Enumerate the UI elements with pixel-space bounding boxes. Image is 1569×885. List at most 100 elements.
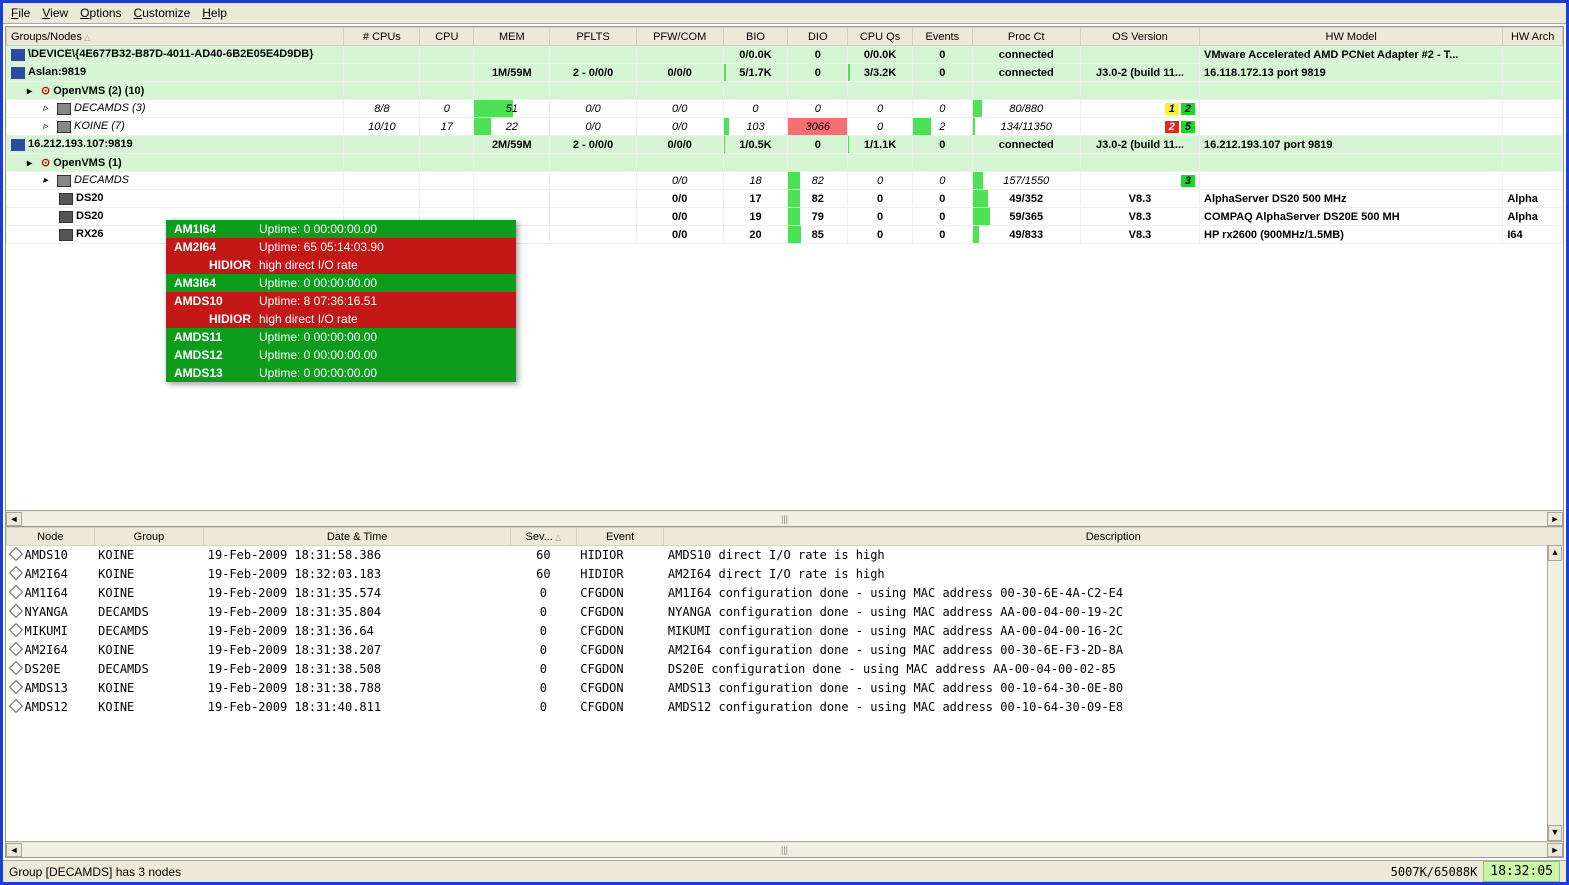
col-cpu-qs[interactable]: CPU Qs bbox=[848, 28, 913, 46]
node-uptime-tooltip: AM1I64Uptime: 0 00:00:00.00AM2I64Uptime:… bbox=[166, 220, 516, 382]
tree-toggle-icon[interactable]: ▸ bbox=[27, 158, 39, 169]
menubar: File View Options Customize Help bbox=[3, 3, 1566, 24]
col--cpus[interactable]: # CPUs bbox=[344, 28, 420, 46]
tooltip-row: HIDIORhigh direct I/O rate bbox=[166, 310, 516, 328]
col-events[interactable]: Events bbox=[913, 28, 973, 46]
event-row[interactable]: AMDS13KOINE19-Feb-2009 18:31:38.7880CFGD… bbox=[7, 679, 1563, 698]
event-icon bbox=[8, 585, 22, 599]
table-row[interactable]: \DEVICE\{4E677B32-B87D-4011-AD40-6B2E05E… bbox=[7, 46, 1563, 64]
col-cpu[interactable]: CPU bbox=[420, 28, 474, 46]
tooltip-row: AM2I64Uptime: 65 05:14:03.90 bbox=[166, 238, 516, 256]
scroll-right-icon[interactable]: ► bbox=[1547, 843, 1563, 857]
col-proc-ct[interactable]: Proc Ct bbox=[972, 28, 1080, 46]
event-row[interactable]: AM1I64KOINE19-Feb-2009 18:31:35.5740CFGD… bbox=[7, 584, 1563, 603]
badge-green: 2 bbox=[1181, 103, 1195, 115]
scroll-up-icon[interactable]: ▲ bbox=[1548, 545, 1562, 561]
host-icon bbox=[59, 193, 73, 205]
row-label: RX26 bbox=[76, 228, 104, 240]
scroll-left-icon[interactable]: ◄ bbox=[6, 843, 22, 857]
menu-options[interactable]: Options bbox=[80, 6, 121, 20]
tooltip-row: AM1I64Uptime: 0 00:00:00.00 bbox=[166, 220, 516, 238]
tooltip-row: AM3I64Uptime: 0 00:00:00.00 bbox=[166, 274, 516, 292]
menu-file[interactable]: File bbox=[11, 6, 30, 20]
tree-toggle-icon[interactable]: ▹ bbox=[43, 103, 55, 114]
col-groups-nodes[interactable]: Groups/Nodes bbox=[7, 28, 344, 46]
server-icon bbox=[11, 139, 25, 151]
menu-customize[interactable]: Customize bbox=[134, 6, 191, 20]
event-icon bbox=[8, 623, 22, 637]
ev-col-description[interactable]: Description bbox=[664, 528, 1563, 546]
table-row[interactable]: DS200/017820049/352V8.3AlphaServer DS20 … bbox=[7, 190, 1563, 208]
col-pfw-com[interactable]: PFW/COM bbox=[636, 28, 723, 46]
event-icon bbox=[8, 547, 22, 561]
main-pane: Groups/Nodes# CPUsCPUMEMPFLTSPFW/COMBIOD… bbox=[5, 26, 1564, 858]
events-pane: NodeGroupDate & TimeSev...EventDescripti… bbox=[6, 527, 1563, 857]
event-row[interactable]: AM2I64KOINE19-Feb-2009 18:32:03.18360HID… bbox=[7, 565, 1563, 584]
table-row[interactable]: ▹KOINE (7)10/1017220/00/0103306602134/11… bbox=[7, 118, 1563, 136]
ev-col-node[interactable]: Node bbox=[7, 528, 95, 546]
event-icon bbox=[8, 680, 22, 694]
table-row[interactable]: ▸⊙OpenVMS (2) (10) bbox=[7, 82, 1563, 100]
tree-toggle-icon[interactable]: ▹ bbox=[43, 121, 55, 132]
ev-col-event[interactable]: Event bbox=[576, 528, 664, 546]
events-table[interactable]: NodeGroupDate & TimeSev...EventDescripti… bbox=[6, 527, 1563, 717]
upper-scrollbar-h[interactable]: ◄ ||| ► bbox=[6, 510, 1563, 526]
event-icon bbox=[8, 699, 22, 713]
server-icon bbox=[11, 49, 25, 61]
row-label: Aslan:9819 bbox=[28, 66, 86, 78]
group-icon bbox=[57, 175, 71, 187]
col-os-version[interactable]: OS Version bbox=[1080, 28, 1199, 46]
host-icon bbox=[59, 229, 73, 241]
event-icon bbox=[8, 661, 22, 675]
scroll-down-icon[interactable]: ▼ bbox=[1548, 825, 1562, 841]
ev-col-date-time[interactable]: Date & Time bbox=[204, 528, 511, 546]
scroll-right-icon[interactable]: ► bbox=[1547, 512, 1563, 526]
openvms-icon: ⊙ bbox=[41, 157, 50, 169]
badge-yellow: 1 bbox=[1165, 103, 1179, 115]
col-dio[interactable]: DIO bbox=[788, 28, 848, 46]
event-row[interactable]: AM2I64KOINE19-Feb-2009 18:31:38.2070CFGD… bbox=[7, 641, 1563, 660]
host-icon bbox=[59, 211, 73, 223]
ev-col-group[interactable]: Group bbox=[94, 528, 204, 546]
table-row[interactable]: ▹DECAMDS (3)8/80510/00/0000080/88012 bbox=[7, 100, 1563, 118]
openvms-icon: ⊙ bbox=[41, 85, 50, 97]
table-row[interactable]: ▸⊙OpenVMS (1) bbox=[7, 154, 1563, 172]
group-icon bbox=[57, 121, 71, 133]
tooltip-row: AMDS12Uptime: 0 00:00:00.00 bbox=[166, 346, 516, 364]
tree-toggle-icon[interactable]: ▸ bbox=[27, 86, 39, 97]
events-scrollbar-v[interactable]: ▲ ▼ bbox=[1547, 545, 1563, 841]
event-row[interactable]: MIKUMIDECAMDS19-Feb-2009 18:31:36.640CFG… bbox=[7, 622, 1563, 641]
event-row[interactable]: DS20EDECAMDS19-Feb-2009 18:31:38.5080CFG… bbox=[7, 660, 1563, 679]
table-row[interactable]: Aslan:98191M/59M2 - 0/0/00/0/05/1.7K03/3… bbox=[7, 64, 1563, 82]
ev-col-sev-[interactable]: Sev... bbox=[511, 528, 577, 546]
menu-help[interactable]: Help bbox=[202, 6, 227, 20]
events-scrollbar-h[interactable]: ◄ ||| ► bbox=[6, 841, 1563, 857]
badge-green: 3 bbox=[1181, 175, 1195, 187]
table-row[interactable]: ▸DECAMDS0/0188200157/15503 bbox=[7, 172, 1563, 190]
tooltip-row: AMDS11Uptime: 0 00:00:00.00 bbox=[166, 328, 516, 346]
event-row[interactable]: AMDS12KOINE19-Feb-2009 18:31:40.8110CFGD… bbox=[7, 698, 1563, 717]
tree-toggle-icon[interactable]: ▸ bbox=[43, 175, 55, 186]
col-hw-model[interactable]: HW Model bbox=[1200, 28, 1503, 46]
groups-nodes-table[interactable]: Groups/Nodes# CPUsCPUMEMPFLTSPFW/COMBIOD… bbox=[6, 27, 1563, 244]
status-clock: 18:32:05 bbox=[1483, 861, 1560, 882]
col-bio[interactable]: BIO bbox=[723, 28, 788, 46]
event-row[interactable]: NYANGADECAMDS19-Feb-2009 18:31:35.8040CF… bbox=[7, 603, 1563, 622]
menu-view[interactable]: View bbox=[42, 6, 68, 20]
col-hw-arch[interactable]: HW Arch bbox=[1503, 28, 1563, 46]
row-label: DS20 bbox=[76, 210, 104, 222]
table-row[interactable]: 16.212.193.107:98192M/59M2 - 0/0/00/0/01… bbox=[7, 136, 1563, 154]
status-bar: Group [DECAMDS] has 3 nodes 5007K/65088K… bbox=[3, 860, 1566, 882]
col-pflts[interactable]: PFLTS bbox=[550, 28, 637, 46]
event-row[interactable]: AMDS10KOINE19-Feb-2009 18:31:58.38660HID… bbox=[7, 546, 1563, 565]
badge-green: 5 bbox=[1181, 121, 1195, 133]
tooltip-row: HIDIORhigh direct I/O rate bbox=[166, 256, 516, 274]
scroll-left-icon[interactable]: ◄ bbox=[6, 512, 22, 526]
event-icon bbox=[8, 642, 22, 656]
row-label: KOINE (7) bbox=[74, 120, 125, 132]
row-label: OpenVMS (2) (10) bbox=[53, 85, 144, 97]
server-icon bbox=[11, 67, 25, 79]
col-mem[interactable]: MEM bbox=[474, 28, 550, 46]
row-label: DECAMDS (3) bbox=[74, 102, 146, 114]
groups-nodes-pane: Groups/Nodes# CPUsCPUMEMPFLTSPFW/COMBIOD… bbox=[6, 27, 1563, 527]
